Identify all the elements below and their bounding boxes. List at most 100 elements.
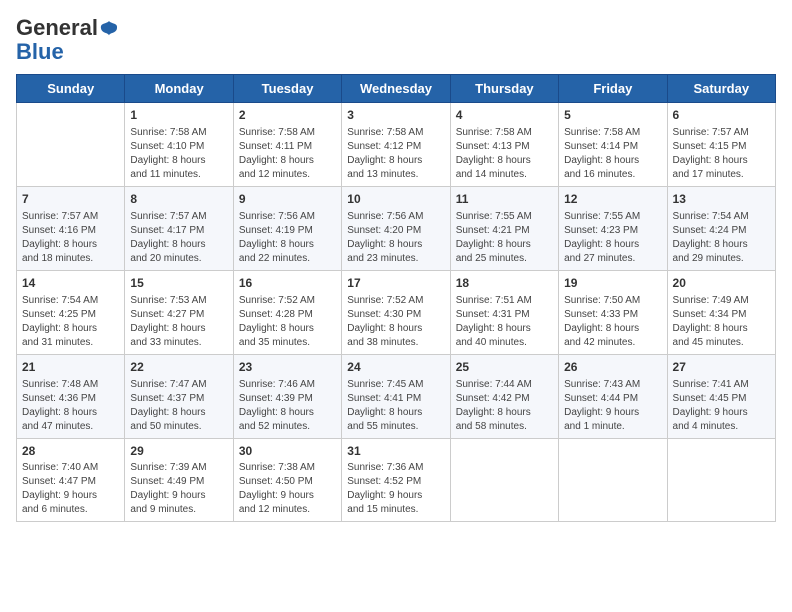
- day-info-line: Sunset: 4:12 PM: [347, 141, 421, 152]
- day-cell: 17Sunrise: 7:52 AMSunset: 4:30 PMDayligh…: [342, 270, 450, 354]
- day-info-line: Daylight: 8 hours: [22, 323, 97, 334]
- col-header-sunday: Sunday: [17, 75, 125, 103]
- day-info-line: Sunset: 4:34 PM: [673, 309, 747, 320]
- day-number: 25: [456, 359, 553, 376]
- day-number: 7: [22, 191, 119, 208]
- day-cell: 2Sunrise: 7:58 AMSunset: 4:11 PMDaylight…: [233, 103, 341, 187]
- day-info-line: Sunrise: 7:58 AM: [456, 127, 532, 138]
- day-info-line: Sunrise: 7:49 AM: [673, 295, 749, 306]
- col-header-monday: Monday: [125, 75, 233, 103]
- day-cell: 12Sunrise: 7:55 AMSunset: 4:23 PMDayligh…: [559, 187, 667, 271]
- day-info-line: Daylight: 9 hours: [22, 490, 97, 501]
- day-info-line: and 55 minutes.: [347, 421, 418, 432]
- logo-bird-icon: [98, 18, 120, 40]
- day-info-line: Daylight: 9 hours: [347, 490, 422, 501]
- calendar-header: SundayMondayTuesdayWednesdayThursdayFrid…: [17, 75, 776, 103]
- day-info-line: Sunset: 4:49 PM: [130, 476, 204, 487]
- day-info: Sunrise: 7:54 AMSunset: 4:25 PMDaylight:…: [22, 294, 119, 350]
- day-info-line: and 25 minutes.: [456, 253, 527, 264]
- day-info-line: Sunset: 4:37 PM: [130, 393, 204, 404]
- day-number: 19: [564, 275, 661, 292]
- day-info-line: and 47 minutes.: [22, 421, 93, 432]
- day-info-line: Sunset: 4:33 PM: [564, 309, 638, 320]
- day-info-line: and 58 minutes.: [456, 421, 527, 432]
- day-number: 22: [130, 359, 227, 376]
- day-info-line: and 18 minutes.: [22, 253, 93, 264]
- day-info-line: Sunrise: 7:53 AM: [130, 295, 206, 306]
- day-info-line: Sunrise: 7:41 AM: [673, 379, 749, 390]
- day-info: Sunrise: 7:36 AMSunset: 4:52 PMDaylight:…: [347, 461, 444, 517]
- day-info-line: Daylight: 9 hours: [673, 407, 748, 418]
- day-info-line: Daylight: 8 hours: [673, 323, 748, 334]
- day-info-line: Sunrise: 7:54 AM: [22, 295, 98, 306]
- day-info-line: Sunrise: 7:52 AM: [239, 295, 315, 306]
- day-cell: 8Sunrise: 7:57 AMSunset: 4:17 PMDaylight…: [125, 187, 233, 271]
- day-info-line: Daylight: 9 hours: [130, 490, 205, 501]
- day-cell: 23Sunrise: 7:46 AMSunset: 4:39 PMDayligh…: [233, 354, 341, 438]
- logo: GeneralBlue: [16, 16, 120, 64]
- day-info-line: Sunset: 4:15 PM: [673, 141, 747, 152]
- day-info-line: Daylight: 8 hours: [239, 155, 314, 166]
- day-info-line: and 23 minutes.: [347, 253, 418, 264]
- day-info-line: Sunset: 4:41 PM: [347, 393, 421, 404]
- day-number: 9: [239, 191, 336, 208]
- day-info-line: Daylight: 8 hours: [347, 155, 422, 166]
- day-info: Sunrise: 7:58 AM Sunset: 4:13 PM Daylight:…: [456, 126, 553, 182]
- day-info-line: and 1 minute.: [564, 421, 625, 432]
- day-info-line: and 12 minutes.: [239, 169, 310, 180]
- day-info-line: Daylight: 8 hours: [239, 323, 314, 334]
- day-number: 15: [130, 275, 227, 292]
- day-info: Sunrise: 7:47 AMSunset: 4:37 PMDaylight:…: [130, 378, 227, 434]
- day-info-line: and 16 minutes.: [564, 169, 635, 180]
- day-info-line: Sunrise: 7:38 AM: [239, 462, 315, 473]
- day-info: Sunrise: 7:43 AMSunset: 4:44 PMDaylight:…: [564, 378, 661, 434]
- day-number: 26: [564, 359, 661, 376]
- day-info-line: Sunset: 4:45 PM: [673, 393, 747, 404]
- day-info-line: Daylight: 8 hours: [347, 323, 422, 334]
- day-info-line: Daylight: 8 hours: [239, 239, 314, 250]
- day-info-line: Sunset: 4:30 PM: [347, 309, 421, 320]
- day-info-line: and 33 minutes.: [130, 337, 201, 348]
- day-info-line: and 50 minutes.: [130, 421, 201, 432]
- day-info-line: Sunrise: 7:57 AM: [130, 211, 206, 222]
- col-header-thursday: Thursday: [450, 75, 558, 103]
- day-info-line: Daylight: 8 hours: [347, 239, 422, 250]
- day-info-line: Daylight: 9 hours: [239, 490, 314, 501]
- day-info-line: Sunset: 4:52 PM: [347, 476, 421, 487]
- day-cell: 11Sunrise: 7:55 AMSunset: 4:21 PMDayligh…: [450, 187, 558, 271]
- day-cell: 3Sunrise: 7:58 AMSunset: 4:12 PMDaylight…: [342, 103, 450, 187]
- day-info-line: Daylight: 8 hours: [456, 155, 531, 166]
- day-info-line: Sunset: 4:10 PM: [130, 141, 204, 152]
- day-info-line: Sunset: 4:50 PM: [239, 476, 313, 487]
- day-info-line: and 45 minutes.: [673, 337, 744, 348]
- day-number: 1: [130, 107, 227, 124]
- day-info: Sunrise: 7:58 AMSunset: 4:14 PMDaylight:…: [564, 126, 661, 182]
- day-info-line: Sunset: 4:47 PM: [22, 476, 96, 487]
- day-info-line: Daylight: 9 hours: [564, 407, 639, 418]
- day-cell: 4Sunrise: 7:58 AMSunset: 4:13 PMDaylight…: [450, 103, 558, 187]
- day-info-line: Sunset: 4:36 PM: [22, 393, 96, 404]
- day-info-line: Sunset: 4:24 PM: [673, 225, 747, 236]
- day-info-line: Sunrise: 7:46 AM: [239, 379, 315, 390]
- day-info-line: and 40 minutes.: [456, 337, 527, 348]
- day-info-line: and 14 minutes.: [456, 169, 527, 180]
- day-number: 5: [564, 107, 661, 124]
- day-info-line: Sunrise: 7:48 AM: [22, 379, 98, 390]
- day-number: 11: [456, 191, 553, 208]
- day-info-line: Sunrise: 7:58 AM: [130, 127, 206, 138]
- day-info-line: Daylight: 8 hours: [456, 239, 531, 250]
- day-number: 30: [239, 443, 336, 460]
- day-number: 27: [673, 359, 770, 376]
- day-info-line: and 6 minutes.: [22, 504, 88, 515]
- day-cell: [559, 438, 667, 522]
- day-info-line: Sunset: 4:13 PM: [456, 141, 530, 152]
- day-info: Sunrise: 7:58 AMSunset: 4:10 PMDaylight:…: [130, 126, 227, 182]
- day-info-line: and 15 minutes.: [347, 504, 418, 515]
- day-info-line: and 20 minutes.: [130, 253, 201, 264]
- day-info-line: Sunset: 4:27 PM: [130, 309, 204, 320]
- day-cell: [17, 103, 125, 187]
- day-info-line: Sunrise: 7:58 AM: [239, 127, 315, 138]
- day-cell: 5 Sunrise: 7:58 AMSunset: 4:14 PMDaylight…: [559, 103, 667, 187]
- day-number: 29: [130, 443, 227, 460]
- day-cell: 31Sunrise: 7:36 AMSunset: 4:52 PMDayligh…: [342, 438, 450, 522]
